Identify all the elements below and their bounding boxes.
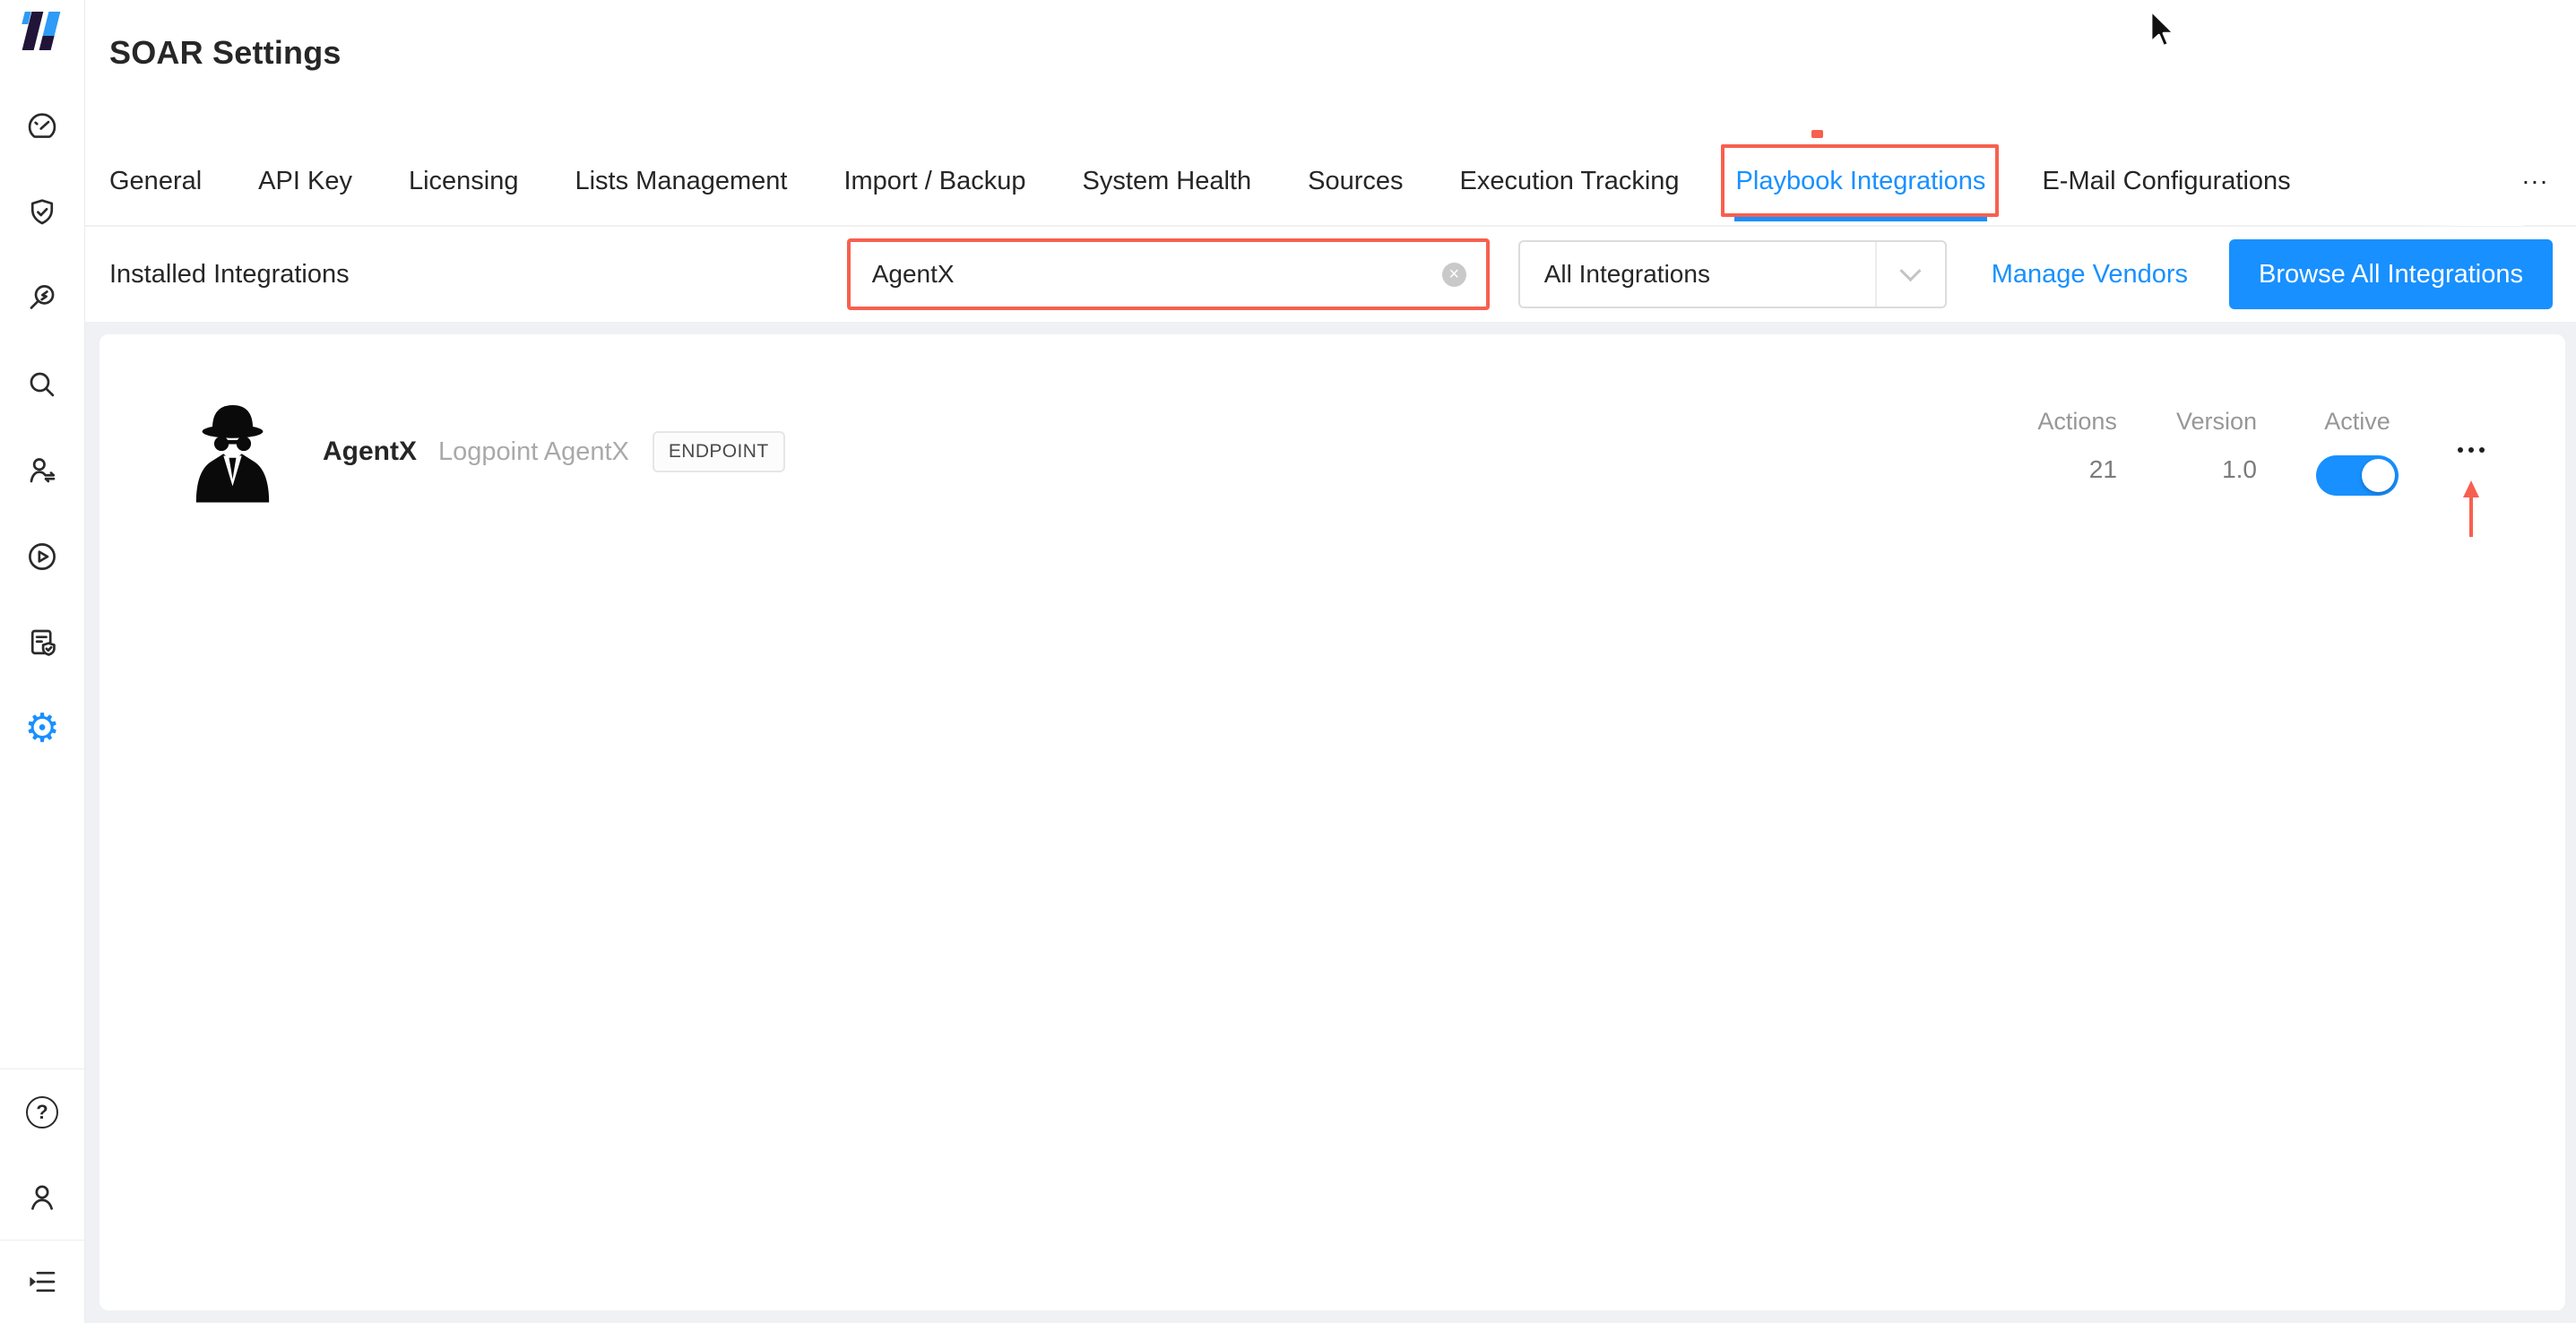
sidebar-item-playbooks[interactable]: [25, 540, 59, 574]
tab-playbook-integrations[interactable]: Playbook Integrations: [1736, 72, 1986, 225]
category-badge: ENDPOINT: [653, 431, 785, 472]
sidebar-item-investigate[interactable]: [25, 281, 59, 316]
search-input[interactable]: [851, 260, 1442, 289]
sidebar-item-account[interactable]: [0, 1154, 84, 1240]
row-more-menu-icon[interactable]: [2456, 442, 2486, 458]
collapse-menu-icon: [25, 1265, 59, 1299]
user-icon: [25, 1180, 59, 1215]
integration-title-group: AgentX Logpoint AgentX ENDPOINT: [323, 431, 785, 472]
page-header: SOAR Settings: [85, 0, 2576, 72]
main-panel: SOAR Settings General API Key Licensing …: [85, 0, 2576, 1323]
logo-shape: [39, 12, 61, 50]
gauge-icon: [25, 109, 59, 143]
sidebar-item-search[interactable]: [25, 368, 59, 402]
tab-api-key[interactable]: API Key: [258, 72, 352, 225]
settings-tabs: General API Key Licensing Lists Manageme…: [85, 72, 2576, 227]
integration-filter-select[interactable]: All Integrations: [1518, 240, 1947, 308]
sidebar-nav: ⚙: [25, 109, 59, 746]
active-column: Active: [2316, 408, 2399, 496]
tab-system-health[interactable]: System Health: [1083, 72, 1252, 225]
search-icon: [25, 368, 59, 402]
version-column: Version 1.0: [2176, 408, 2257, 484]
browse-all-integrations-button[interactable]: Browse All Integrations: [2229, 239, 2553, 309]
integration-vendor: Logpoint AgentX: [438, 437, 629, 467]
chevron-down-icon: [1900, 260, 1922, 281]
sidebar: ⚙ ?: [0, 0, 85, 1323]
annotation-arrow-up: [2458, 478, 2485, 540]
select-caret-box: [1875, 242, 1945, 307]
tab-sources[interactable]: Sources: [1308, 72, 1403, 225]
annotation-box-search: ×: [847, 238, 1490, 310]
more-tabs-icon[interactable]: ...: [2522, 161, 2549, 191]
tab-email-configurations[interactable]: E-Mail Configurations: [2042, 72, 2290, 225]
filter-selected-value: All Integrations: [1520, 260, 1875, 289]
sidebar-item-settings[interactable]: ⚙: [25, 712, 59, 746]
active-label: Active: [2324, 408, 2390, 436]
active-toggle[interactable]: [2316, 455, 2399, 496]
sidebar-item-dashboard[interactable]: [25, 109, 59, 143]
section-title: Installed Integrations: [109, 260, 350, 290]
row-more-wrap: [2456, 442, 2486, 458]
sidebar-item-reports[interactable]: [25, 626, 59, 660]
integration-row: AgentX Logpoint AgentX ENDPOINT Actions …: [99, 334, 2565, 506]
tab-import-backup[interactable]: Import / Backup: [843, 72, 1025, 225]
annotation-dot: [1811, 130, 1823, 138]
integrations-toolbar: Installed Integrations × All Integration…: [85, 227, 2576, 322]
actions-label: Actions: [2037, 408, 2117, 436]
sidebar-item-user-sync[interactable]: [25, 454, 59, 488]
play-circle-icon: [25, 540, 59, 574]
shield-check-icon: [25, 195, 59, 229]
content-area: AgentX Logpoint AgentX ENDPOINT Actions …: [85, 322, 2576, 1323]
integrations-card: AgentX Logpoint AgentX ENDPOINT Actions …: [99, 334, 2565, 1310]
toggle-knob: [2362, 459, 2395, 492]
actions-column: Actions 21: [2037, 408, 2117, 484]
sidebar-item-collapse[interactable]: [0, 1241, 84, 1323]
user-sync-icon: [25, 454, 59, 488]
tab-execution-tracking[interactable]: Execution Tracking: [1460, 72, 1680, 225]
actions-value: 21: [2089, 455, 2117, 484]
gear-icon: ⚙: [24, 709, 59, 748]
clear-search-icon[interactable]: ×: [1442, 263, 1466, 287]
version-label: Version: [2176, 408, 2257, 436]
integration-name: AgentX: [323, 437, 417, 467]
manage-vendors-link[interactable]: Manage Vendors: [1992, 260, 2188, 290]
tab-general[interactable]: General: [109, 72, 202, 225]
app-window: ⚙ ? SOAR Se: [0, 0, 2576, 1323]
sidebar-item-help[interactable]: ?: [0, 1069, 84, 1154]
logpoint-logo[interactable]: [21, 9, 64, 52]
report-check-icon: [25, 626, 59, 660]
search-flash-icon: [25, 281, 59, 316]
integration-meta-columns: Actions 21 Version 1.0 Active: [2037, 408, 2399, 496]
tab-lists-management[interactable]: Lists Management: [575, 72, 787, 225]
help-icon: ?: [26, 1096, 58, 1128]
version-value: 1.0: [2222, 455, 2257, 484]
sidebar-footer: ?: [0, 1068, 84, 1323]
spy-agent-icon: [181, 397, 284, 506]
tab-licensing[interactable]: Licensing: [409, 72, 519, 225]
tabs-overflow-fade: [2406, 143, 2524, 226]
active-tab-indicator: [1734, 216, 1988, 221]
page-title: SOAR Settings: [109, 34, 2576, 72]
sidebar-item-compliance[interactable]: [25, 195, 59, 229]
